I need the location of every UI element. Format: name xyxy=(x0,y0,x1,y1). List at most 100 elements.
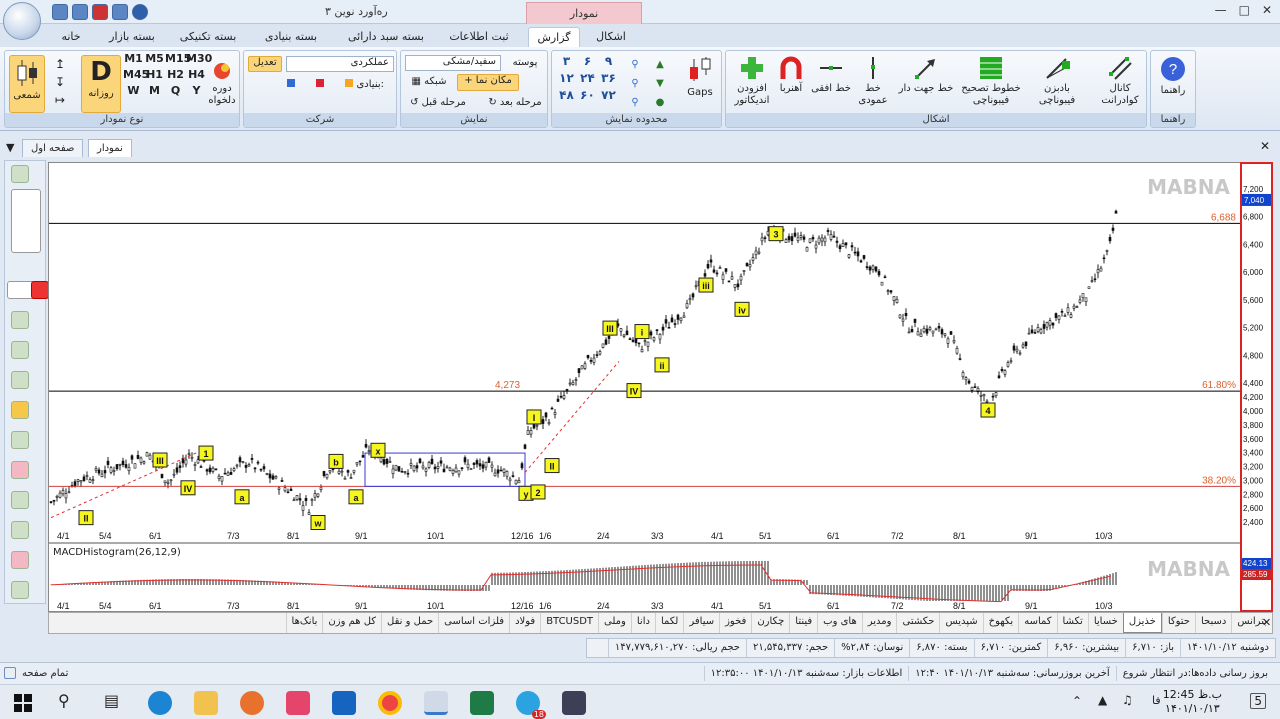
close-symbol-icon[interactable]: ✕ xyxy=(1262,616,1271,629)
daily-button[interactable]: D روزانه xyxy=(81,55,121,113)
symbol-tab[interactable]: دانا xyxy=(630,613,655,633)
vertical-line-button[interactable]: خط عمودی xyxy=(852,55,894,107)
range-9[interactable]: ۹ xyxy=(598,55,619,67)
symbol-tab[interactable]: های وب xyxy=(817,613,862,633)
edge-icon[interactable] xyxy=(148,691,172,715)
period-h4[interactable]: H4 xyxy=(186,69,207,81)
horizontal-line-button[interactable]: خط افقی xyxy=(810,55,852,95)
symbol-tab[interactable]: کل هم وزن xyxy=(322,613,381,633)
fullscreen-icon[interactable] xyxy=(4,667,16,679)
minimize-icon[interactable]: — xyxy=(1215,3,1227,17)
symbol-tab[interactable]: حکشتی xyxy=(896,613,939,633)
tab-technical[interactable]: بسته تکنیکی xyxy=(172,27,244,47)
period-m45[interactable]: M45 xyxy=(123,69,149,81)
volume-icon[interactable]: ♫ xyxy=(1122,693,1133,707)
tab-fundamental[interactable]: بسته بنیادی xyxy=(256,27,326,47)
tab-market[interactable]: بسته بازار xyxy=(102,27,162,47)
theme-select[interactable]: سفید/مشکی xyxy=(405,55,501,71)
app-menu-button[interactable] xyxy=(3,2,41,40)
close-doc-icon[interactable]: ✕ xyxy=(1260,139,1270,153)
symbol-tab[interactable]: BTCUSDT xyxy=(540,613,598,633)
magnet-button[interactable]: آهنربا xyxy=(772,55,810,95)
close-search-icon[interactable] xyxy=(31,281,49,299)
language-indicator[interactable]: فا xyxy=(1152,694,1161,707)
symbol-tab[interactable]: لکما xyxy=(654,613,683,633)
tool-9-icon[interactable] xyxy=(11,551,29,569)
symbol-tab[interactable]: بانک‌ها xyxy=(285,613,323,633)
symbol-list[interactable] xyxy=(11,189,41,253)
symbol-tab[interactable]: کماسه xyxy=(1018,613,1056,633)
print-icon[interactable] xyxy=(72,4,88,20)
tab-data-entry[interactable]: ثبت اطلاعات xyxy=(444,27,514,47)
search-icon[interactable]: ⚲ xyxy=(58,691,70,710)
period-h2[interactable]: H2 xyxy=(165,69,186,81)
mail-icon[interactable] xyxy=(332,691,356,715)
rahavard-app-icon[interactable] xyxy=(424,691,448,715)
period-w[interactable]: W xyxy=(123,85,144,97)
edit-toggle[interactable]: تعدیل xyxy=(248,56,282,72)
tool-7-icon[interactable] xyxy=(11,491,29,509)
tab-portfolio[interactable]: بسته سبد دارائی xyxy=(338,27,434,47)
taskbar-clock[interactable]: 12:45 ب.ظ ۱۴۰۱/۱۰/۱۳ xyxy=(1163,688,1222,716)
scroll-right-icon[interactable]: ▲ xyxy=(650,55,670,74)
period-m1[interactable]: M1 xyxy=(123,53,144,65)
zoom-out-icon[interactable]: ⚲ xyxy=(626,74,644,93)
grid-button[interactable]: ▦ شبکه xyxy=(405,76,453,88)
symbol-tab[interactable]: خذیزل xyxy=(1122,613,1162,633)
basis-select[interactable]: عملکردی xyxy=(286,56,394,72)
prev-step-button[interactable]: ↺ مرحله قبل xyxy=(405,97,471,109)
period-m5[interactable]: M5 xyxy=(144,53,165,65)
symbol-tab[interactable]: فلزات اساسی xyxy=(438,613,509,633)
chrome-icon[interactable] xyxy=(378,691,402,715)
excel-icon[interactable] xyxy=(470,691,494,715)
period-m15[interactable]: M15 xyxy=(165,53,191,65)
store-icon[interactable] xyxy=(286,691,310,715)
arrow-line-button[interactable]: خط جهت دار xyxy=(898,55,954,95)
image-icon[interactable] xyxy=(112,4,128,20)
tab-shapes[interactable]: اشکال xyxy=(588,27,634,47)
tab-report[interactable]: گزارش xyxy=(528,27,580,47)
period-y[interactable]: Y xyxy=(186,85,207,97)
fit-icon[interactable]: ● xyxy=(650,93,670,112)
close-icon[interactable]: ✕ xyxy=(1262,3,1272,17)
chart-area[interactable]: 6,688 61.80% 4,273 38.20% II III IV 1 a b a w x y 2 II I… xyxy=(48,162,1241,612)
range-60[interactable]: ۶۰ xyxy=(577,89,598,101)
fullscreen-label[interactable]: تمام صفحه xyxy=(22,668,68,679)
code-editor-icon[interactable] xyxy=(562,691,586,715)
quadrant-channel-button[interactable]: کانال کوادرانت xyxy=(1094,55,1146,107)
symbol-tab[interactable]: خسایا xyxy=(1087,613,1123,633)
tool-3-icon[interactable] xyxy=(11,371,29,389)
zoom-in-icon[interactable]: ⚲ xyxy=(626,55,644,74)
refresh-icon[interactable] xyxy=(11,165,29,183)
wifi-icon[interactable]: ▲ xyxy=(1098,693,1107,707)
range-24[interactable]: ۲۴ xyxy=(577,72,598,84)
period-month[interactable]: M xyxy=(144,85,165,97)
tool-4-icon[interactable] xyxy=(11,401,29,419)
tab-home[interactable]: خانه xyxy=(52,27,90,47)
tab-chart-doc[interactable]: نمودار xyxy=(88,139,132,157)
zoom-reset-icon[interactable]: ⚲ xyxy=(626,93,644,112)
fib-fan-button[interactable]: بادبزن فیبوناچی xyxy=(1028,55,1086,107)
notifications-icon[interactable]: 5 xyxy=(1250,693,1266,709)
customize-qat-icon[interactable] xyxy=(132,4,148,20)
candle-button[interactable]: شمعی xyxy=(9,55,45,113)
symbol-tab[interactable]: فولاد xyxy=(509,613,540,633)
fib-retracement-button[interactable]: خطوط تصحیح فیبوناچی xyxy=(958,55,1024,107)
file-explorer-icon[interactable] xyxy=(194,691,218,715)
price-scale[interactable]: 7,200 6,800 6,400 6,000 5,600 5,200 4,800 4,400… xyxy=(1240,162,1273,612)
range-6[interactable]: ۶ xyxy=(577,55,598,67)
symbol-tab[interactable]: فخوز xyxy=(719,613,751,633)
help-button[interactable]: ? راهنما xyxy=(1153,55,1193,97)
symbol-tab[interactable]: دسبحا xyxy=(1195,613,1231,633)
add-indicator-button[interactable]: افزودن اندیکاتور xyxy=(728,55,776,107)
period-h1[interactable]: H1 xyxy=(144,69,165,81)
symbol-tab[interactable]: سیافر xyxy=(683,613,719,633)
symbol-tab[interactable]: چکارن xyxy=(751,613,789,633)
cursor-button[interactable]: + مکان نما xyxy=(457,74,519,91)
maximize-icon[interactable]: □ xyxy=(1239,3,1250,17)
period-q[interactable]: Q xyxy=(165,85,186,97)
symbol-tab[interactable]: حتوکا xyxy=(1161,613,1195,633)
gaps-button[interactable]: Gaps xyxy=(682,55,718,99)
symbol-tab[interactable]: شپدیس xyxy=(939,613,982,633)
tool-6-icon[interactable] xyxy=(11,461,29,479)
